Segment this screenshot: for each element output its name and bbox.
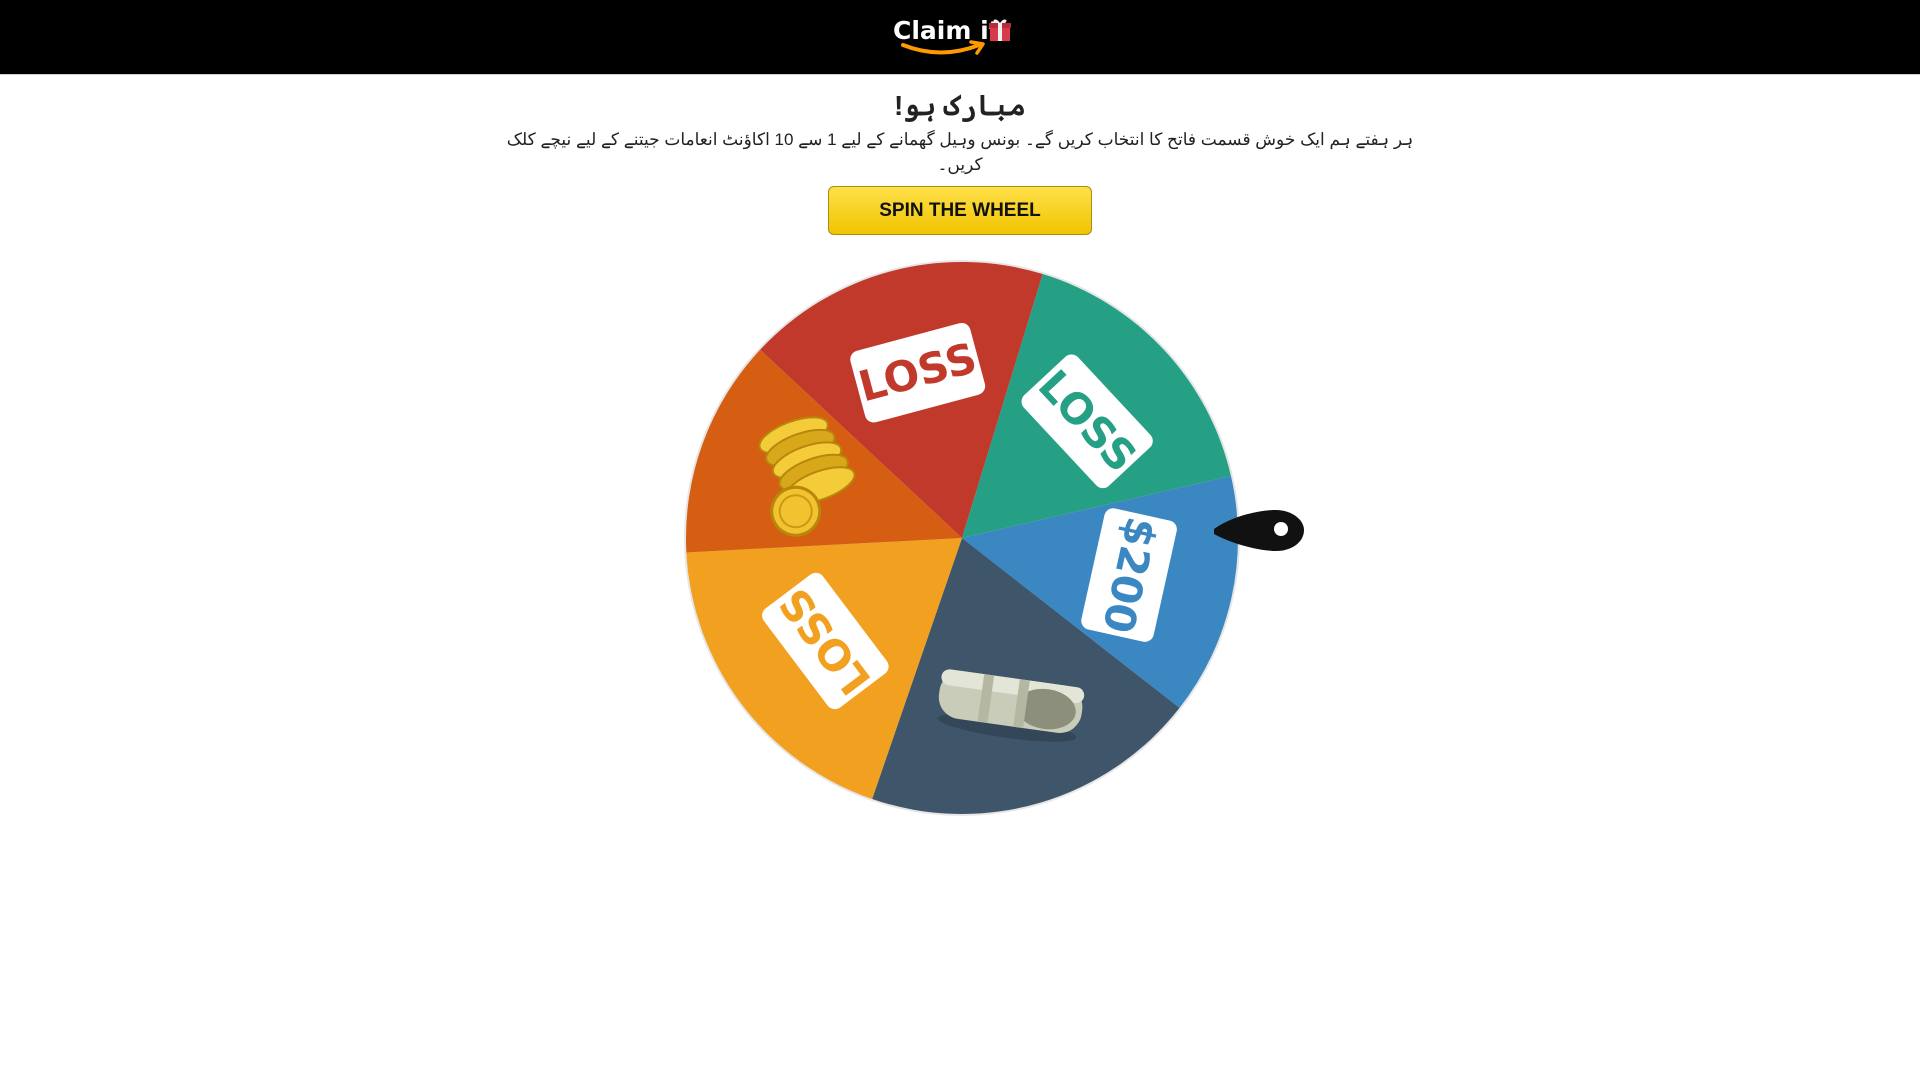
top-bar: Claim it [0,0,1920,75]
promo-description: ہر ہفتے ہم ایک خوش قسمت فاتح کا انتخاب ک… [506,130,1414,174]
prize-wheel-graphic: LOSS LOSS$200LOSS [684,260,1304,816]
claim-it-logo[interactable]: Claim it [893,16,1015,64]
gift-box-icon [989,19,1011,41]
spin-the-wheel-button[interactable]: SPIN THE WHEEL [828,186,1092,235]
smile-arrow-icon [901,40,985,55]
prize-wheel[interactable]: LOSS LOSS $200 LOSS [672,254,1312,836]
page-title: مبارک ہو! [894,90,1026,121]
